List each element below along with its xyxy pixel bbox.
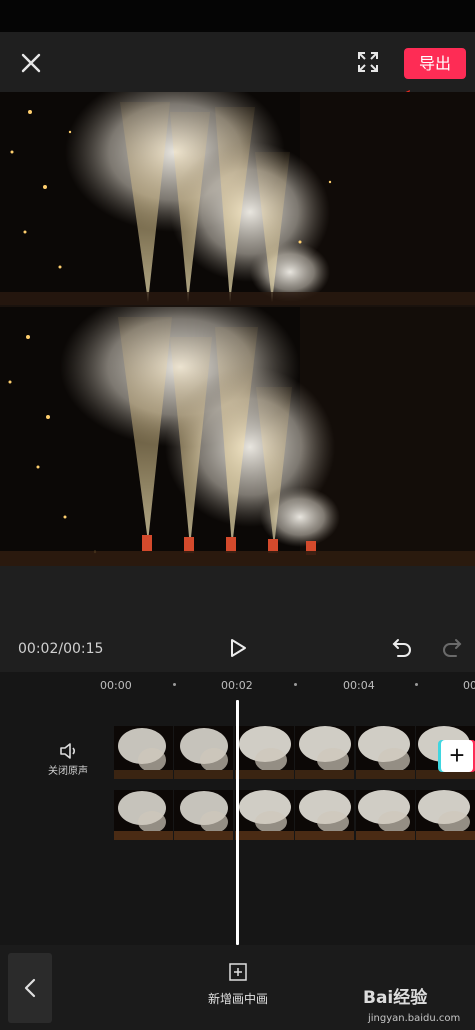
ruler-label: 00:04 bbox=[343, 679, 375, 692]
ruler-dot bbox=[415, 683, 418, 686]
speaker-icon bbox=[60, 743, 76, 759]
redo-button[interactable] bbox=[440, 636, 464, 660]
watermark-url: jingyan.baidu.com bbox=[368, 1013, 461, 1024]
ruler-label: 00:00 bbox=[100, 679, 132, 692]
chevron-left-icon bbox=[24, 978, 36, 998]
play-button[interactable] bbox=[226, 636, 250, 660]
bottom-toolbar: 新增画中画 Bai经验 jingyan.baidu.com bbox=[0, 945, 475, 1030]
preview-main-video bbox=[0, 92, 475, 307]
preview-pip-video bbox=[0, 307, 475, 566]
playhead[interactable] bbox=[236, 700, 239, 945]
add-icon: + bbox=[449, 740, 465, 770]
export-button[interactable]: 导出 bbox=[404, 48, 466, 79]
ruler-label: 00 bbox=[463, 679, 475, 692]
add-pip-label: 新增画中画 bbox=[207, 992, 268, 1006]
undo-button[interactable] bbox=[390, 636, 414, 660]
main-video-track[interactable] bbox=[114, 726, 475, 779]
add-picture-in-picture-button[interactable]: 新增画中画 bbox=[198, 963, 278, 1013]
ruler-label: 00:02 bbox=[221, 679, 253, 692]
track-thumbnail bbox=[356, 726, 415, 779]
mute-original-audio-label: 关闭原声 bbox=[48, 766, 88, 777]
preview-padding bbox=[0, 566, 475, 622]
add-icon bbox=[229, 963, 247, 981]
track-thumbnail bbox=[114, 726, 173, 779]
undo-icon bbox=[392, 639, 411, 657]
timeline[interactable]: 00:00 00:02 00:04 00 关闭原声 + bbox=[0, 672, 475, 945]
close-button[interactable] bbox=[14, 46, 48, 80]
watermark-logo: Bai经验 bbox=[363, 988, 428, 1008]
track-thumbnail bbox=[235, 790, 294, 840]
track-thumbnail bbox=[295, 790, 354, 840]
add-clip-button[interactable]: + bbox=[441, 740, 473, 772]
track-thumbnail bbox=[235, 726, 294, 779]
redo-icon bbox=[443, 639, 462, 657]
editor-top-bar: 导出 bbox=[0, 32, 475, 92]
pip-video-track[interactable] bbox=[114, 790, 475, 840]
track-thumbnail bbox=[174, 790, 233, 840]
track-thumbnail bbox=[174, 726, 233, 779]
ruler-dot bbox=[173, 683, 176, 686]
time-readout: 00:02/00:15 bbox=[18, 641, 104, 657]
track-thumbnail bbox=[356, 790, 415, 840]
track-thumbnail bbox=[295, 726, 354, 779]
close-icon bbox=[21, 53, 41, 73]
back-button[interactable] bbox=[8, 953, 52, 1023]
status-bar bbox=[0, 0, 475, 32]
fullscreen-button[interactable] bbox=[352, 46, 384, 78]
ruler-dot bbox=[294, 683, 297, 686]
track-thumbnail bbox=[416, 790, 475, 840]
playback-control-bar: 00:02/00:15 bbox=[0, 622, 475, 672]
video-preview[interactable] bbox=[0, 92, 475, 566]
mute-original-audio-button[interactable]: 关闭原声 bbox=[40, 736, 96, 786]
play-icon bbox=[231, 639, 246, 657]
track-thumbnail bbox=[114, 790, 173, 840]
fullscreen-icon bbox=[358, 52, 378, 72]
